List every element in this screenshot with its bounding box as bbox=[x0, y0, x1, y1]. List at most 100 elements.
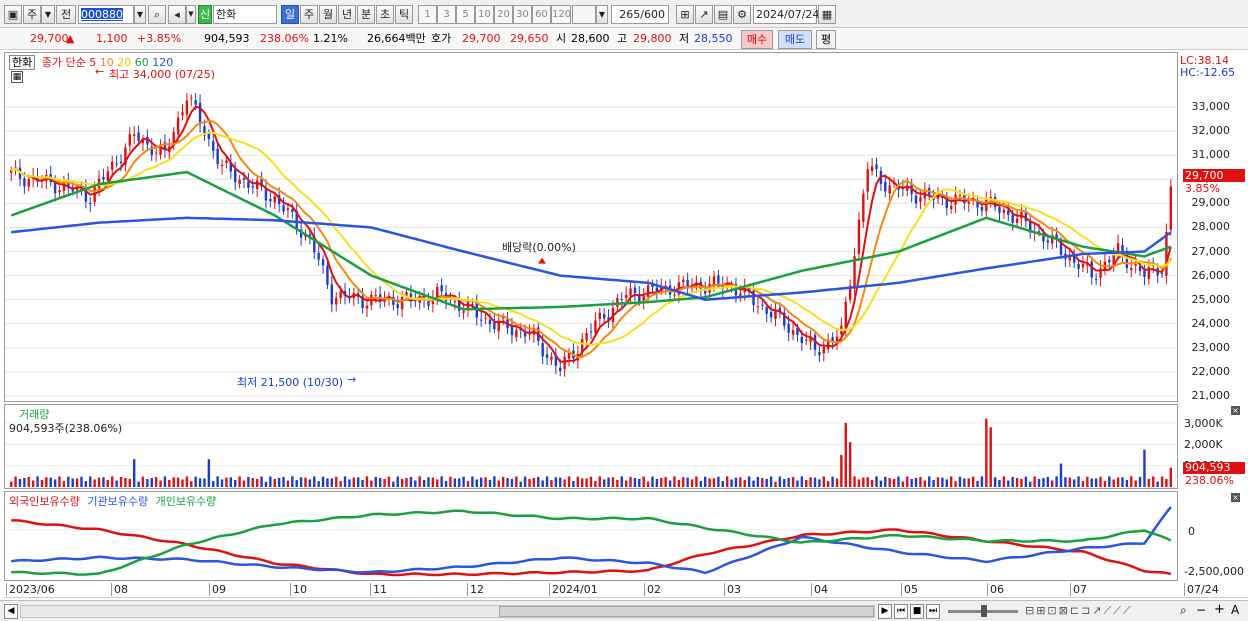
period-year-button[interactable]: 년 bbox=[338, 5, 356, 24]
zoom-in-icon[interactable]: + bbox=[1214, 602, 1225, 617]
gear-icon[interactable]: ⚙ bbox=[733, 5, 751, 24]
type-select[interactable]: 주 bbox=[23, 5, 41, 24]
code-dropdown-icon[interactable]: ▼ bbox=[134, 5, 146, 24]
volume-bar bbox=[1103, 481, 1107, 487]
volume-pane-close-icon[interactable]: × bbox=[1231, 406, 1240, 415]
candle-body bbox=[1130, 267, 1133, 271]
volume-bar bbox=[985, 418, 988, 487]
candle-body bbox=[980, 206, 984, 211]
candle-body bbox=[212, 141, 215, 151]
volume-bar bbox=[756, 476, 760, 487]
candle-body bbox=[1090, 261, 1093, 278]
drawing-tools-icon[interactable]: ↗ bbox=[695, 5, 713, 24]
last-page-button[interactable]: ⏭ bbox=[926, 604, 940, 619]
sound-dropdown-icon[interactable]: ▼ bbox=[186, 5, 196, 24]
first-page-button[interactable]: ⏮ bbox=[894, 604, 908, 619]
interval-3-button[interactable]: 3 bbox=[437, 5, 456, 24]
save-icon[interactable]: ▤ bbox=[714, 5, 732, 24]
price-tick-label: 32,000 bbox=[1191, 124, 1231, 138]
zoom-out-icon[interactable]: − bbox=[1196, 603, 1206, 617]
volume-bar bbox=[620, 476, 623, 487]
candle-body bbox=[602, 314, 606, 319]
period-second-button[interactable]: 초 bbox=[376, 5, 394, 24]
candle-body bbox=[598, 312, 601, 319]
date-tick-label: 10 bbox=[290, 583, 307, 596]
period-tick-button[interactable]: 틱 bbox=[395, 5, 413, 24]
interval-30-button[interactable]: 30 bbox=[513, 5, 532, 24]
date-field[interactable]: 2024/07/24 bbox=[753, 5, 819, 24]
calendar-icon[interactable]: ▦ bbox=[818, 5, 836, 24]
scroll-right-button[interactable]: ▶ bbox=[878, 604, 892, 619]
candle-body bbox=[242, 178, 246, 180]
volume-bar bbox=[374, 476, 377, 487]
volume-bar bbox=[664, 476, 667, 487]
scroll-left-button[interactable]: ◀ bbox=[4, 604, 18, 619]
volume-bar bbox=[528, 478, 531, 487]
candle-body bbox=[1169, 186, 1173, 230]
stock-name-field[interactable]: 한화 bbox=[213, 5, 277, 24]
volume-bar bbox=[115, 480, 118, 487]
volume-bar bbox=[844, 423, 847, 487]
data-count-field[interactable]: 265/600 bbox=[611, 5, 669, 24]
holdings-pane[interactable]: 외국인보유수량 기관보유수량 개인보유수량 bbox=[4, 491, 1178, 581]
eval-button[interactable]: 평 bbox=[816, 30, 836, 49]
interval-10-button[interactable]: 10 bbox=[475, 5, 494, 24]
volume-pane[interactable]: 거래량 904,593주(238.06%) bbox=[4, 404, 1178, 489]
price-pane[interactable]: 한화 종가 단순 5 10 20 60 120 ▦ 최고 34,000 (07/… bbox=[4, 52, 1178, 402]
search-icon[interactable]: ⌕ bbox=[148, 5, 166, 24]
scroll-track[interactable] bbox=[20, 605, 875, 618]
interval-5-button[interactable]: 5 bbox=[456, 5, 475, 24]
interval-1-button[interactable]: 1 bbox=[418, 5, 437, 24]
stock-code-input[interactable]: 000880 bbox=[78, 5, 134, 24]
sound-icon[interactable]: ◂ bbox=[168, 5, 186, 24]
zoom-slider-handle[interactable] bbox=[981, 605, 987, 617]
font-size-icon[interactable]: A bbox=[1231, 603, 1239, 617]
volume-bar bbox=[941, 477, 944, 487]
zoom-search-icon[interactable]: ⌕ bbox=[1180, 603, 1187, 618]
period-minute-button[interactable]: 분 bbox=[357, 5, 375, 24]
volume-bar bbox=[655, 478, 659, 487]
volume-bar bbox=[673, 476, 676, 487]
period-week-button[interactable]: 주 bbox=[300, 5, 318, 24]
type-dropdown-icon[interactable]: ▼ bbox=[41, 5, 55, 24]
drawing-toolbar-icons: ⊟⊞⊡⊠⊏⊐↗⟋⟋⟋ bbox=[1025, 604, 1133, 617]
chart-table-icon[interactable]: ▦ bbox=[11, 71, 23, 83]
scroll-thumb[interactable] bbox=[499, 606, 874, 617]
volume-bar bbox=[765, 478, 768, 487]
volume-bar bbox=[919, 476, 922, 487]
volume-bar bbox=[677, 479, 681, 487]
period-day-button[interactable]: 일 bbox=[281, 5, 299, 24]
candle-body bbox=[137, 132, 140, 141]
window-menu-icon[interactable]: ▣ bbox=[4, 5, 22, 24]
volume-bar bbox=[431, 477, 435, 487]
zoom-slider[interactable] bbox=[948, 605, 1018, 617]
sell-button[interactable]: 매도 bbox=[778, 30, 812, 49]
chart-tools-icon[interactable]: ⊞ bbox=[676, 5, 694, 24]
open-price: 28,600 bbox=[571, 32, 610, 45]
candle-body bbox=[805, 339, 808, 341]
volume-bar bbox=[602, 479, 606, 487]
candle-body bbox=[629, 288, 632, 296]
stop-button[interactable]: ■ bbox=[910, 604, 924, 619]
volume-bar bbox=[62, 481, 66, 487]
jeon-select[interactable]: 전 bbox=[56, 5, 76, 24]
volume-bar bbox=[260, 476, 263, 487]
buy-button[interactable]: 매수 bbox=[741, 30, 773, 49]
volume-bar bbox=[853, 476, 856, 487]
custom-interval-dropdown-icon[interactable]: ▼ bbox=[596, 5, 608, 24]
period-month-button[interactable]: 월 bbox=[319, 5, 337, 24]
interval-20-button[interactable]: 20 bbox=[494, 5, 513, 24]
volume-bar bbox=[822, 476, 825, 487]
volume-bar bbox=[747, 476, 751, 487]
interval-60-button[interactable]: 60 bbox=[532, 5, 551, 24]
custom-interval-input[interactable] bbox=[572, 5, 596, 24]
holdings-pane-close-icon[interactable]: × bbox=[1231, 493, 1240, 502]
current-price: 29,700 bbox=[30, 32, 69, 45]
volume-bar bbox=[1033, 476, 1036, 487]
volume-bar bbox=[629, 476, 632, 487]
interval-120-button[interactable]: 120 bbox=[551, 5, 571, 24]
volume-bar bbox=[383, 478, 386, 487]
candle-body bbox=[866, 169, 869, 192]
candle-body bbox=[321, 259, 325, 266]
volume-bar bbox=[633, 478, 637, 487]
